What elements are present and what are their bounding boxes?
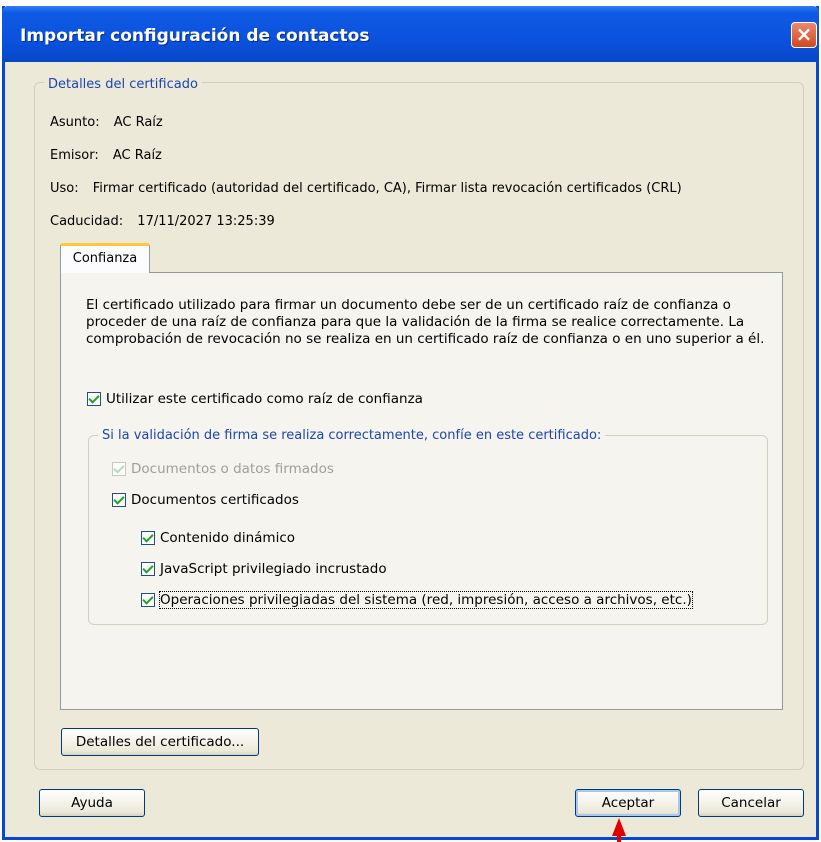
usage-label: Uso: [50,181,79,196]
issuer-row: Emisor: AC Raíz [50,148,162,163]
certificate-details-button[interactable]: Detalles del certificado... [61,728,259,756]
usage-row: Uso: Firmar certificado (autoridad del c… [50,181,682,196]
use-as-root-label: Utilizar este certificado como raíz de c… [106,391,423,407]
issuer-label: Emisor: [50,148,99,163]
expiry-row: Caducidad: 17/11/2027 13:25:39 [50,214,275,229]
dynamic-content-label: Contenido dinámico [160,530,295,546]
subject-value: AC Raíz [113,115,163,130]
close-icon[interactable]: × [791,22,817,48]
trust-description: El certificado utilizado para firmar un … [86,297,765,347]
expiry-label: Caducidad: [50,214,124,229]
help-button[interactable]: Ayuda [39,789,145,817]
dynamic-content-checkbox[interactable] [141,531,155,545]
issuer-value: AC Raíz [112,148,162,163]
signed-docs-checkbox[interactable] [112,462,126,476]
system-operations-label: Operaciones privilegiadas del sistema (r… [159,591,693,609]
expiry-value: 17/11/2027 13:25:39 [137,214,275,229]
use-as-root-checkbox[interactable] [87,392,101,406]
red-arrow-stem [617,834,621,842]
subject-row: Asunto: AC Raíz [50,115,163,130]
javascript-label: JavaScript privilegiado incrustado [160,561,387,577]
cancel-button[interactable]: Cancelar [698,789,804,817]
usage-value: Firmar certificado (autoridad del certif… [92,181,682,196]
signed-docs-label: Documentos o datos firmados [131,461,334,477]
tab-trust[interactable]: Confianza [60,243,150,273]
certified-docs-label: Documentos certificados [131,492,299,508]
subject-label: Asunto: [50,115,100,130]
trust-options-legend: Si la validación de firma se realiza cor… [98,428,606,443]
system-operations-checkbox[interactable] [141,593,155,607]
certified-docs-checkbox[interactable] [112,493,126,507]
javascript-checkbox[interactable] [141,562,155,576]
title-bar: Importar configuración de contactos × [2,6,819,62]
window-title: Importar configuración de contactos [20,26,370,46]
details-legend: Detalles del certificado [44,77,202,92]
ok-button[interactable]: Aceptar [575,789,681,817]
